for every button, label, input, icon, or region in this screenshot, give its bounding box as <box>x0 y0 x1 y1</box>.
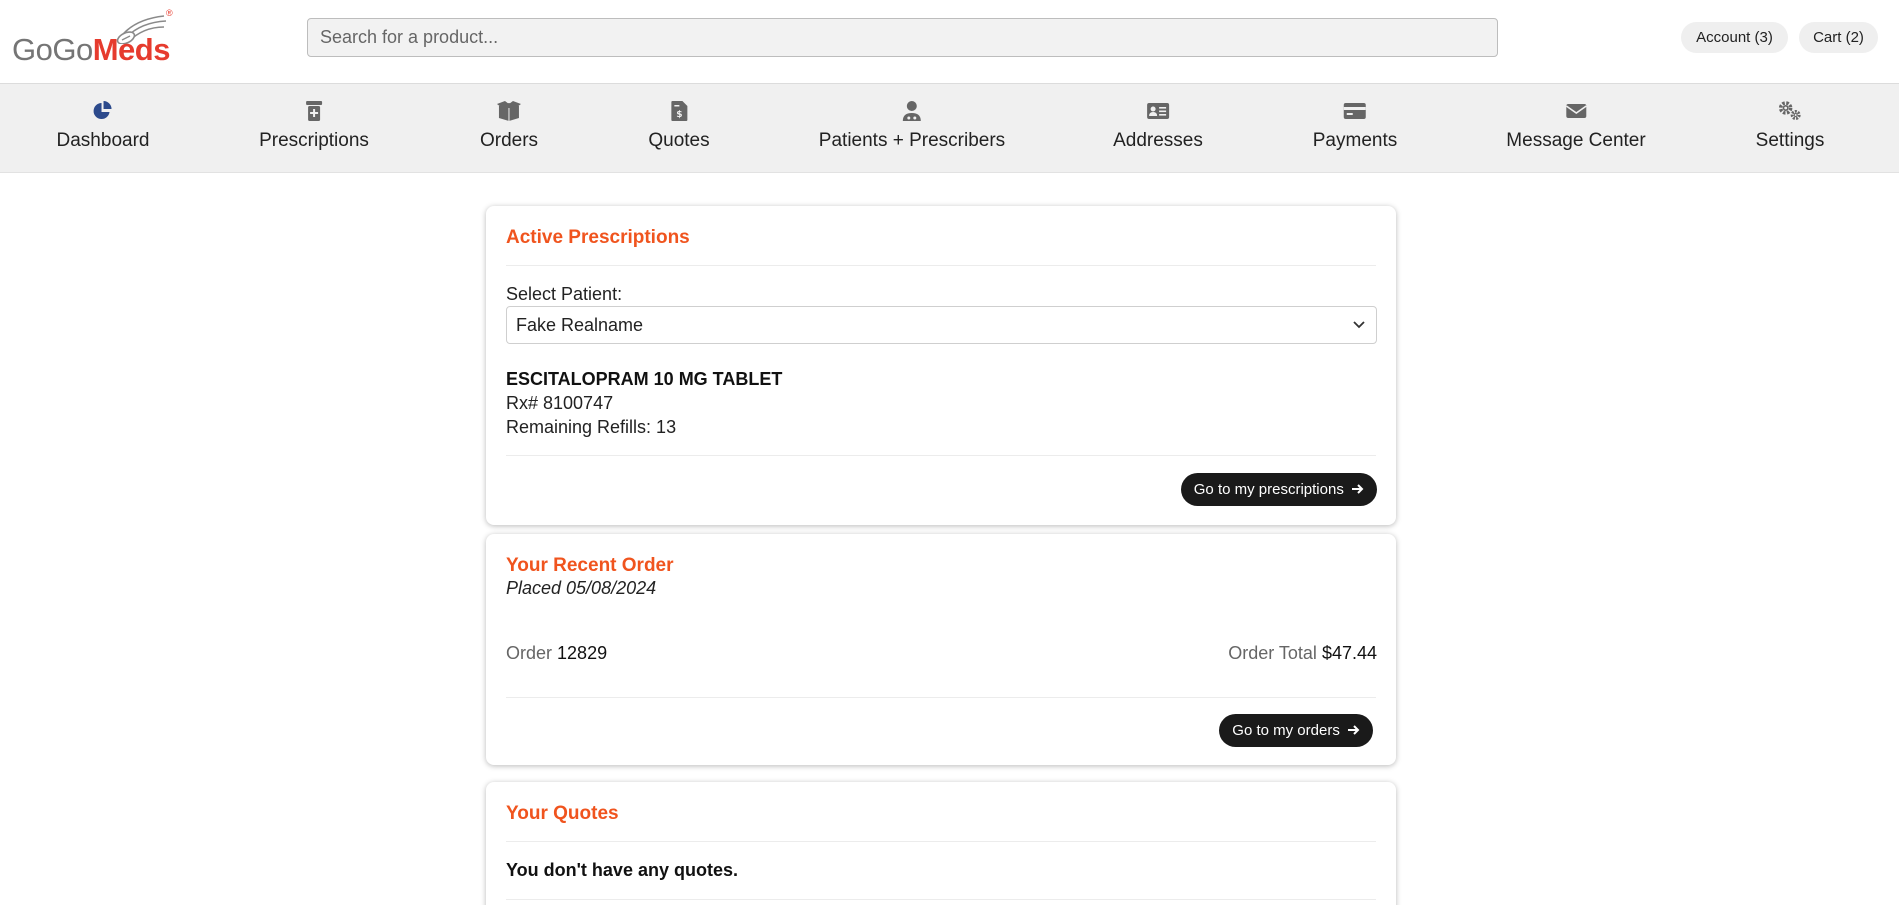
chevron-down-icon <box>1352 307 1366 355</box>
order-number: 12829 <box>557 643 608 663</box>
invoice-dollar-icon: $ <box>666 98 692 124</box>
nav-dashboard[interactable]: Dashboard <box>56 98 150 160</box>
rx-number: Rx# 8100747 <box>506 393 614 413</box>
nav-orders[interactable]: Orders <box>480 98 538 160</box>
go-to-prescriptions-button[interactable]: Go to my prescriptions <box>1180 473 1377 506</box>
prescription-bottle-icon <box>301 98 327 124</box>
nav-quotes-label: Quotes <box>648 130 710 151</box>
credit-card-icon <box>1342 98 1368 124</box>
gogomeds-logo[interactable]: ® GoGoMeds <box>12 8 177 70</box>
go-to-prescriptions-label: Go to my prescriptions <box>1193 481 1344 498</box>
order-number-row: Order 12829 <box>506 643 607 664</box>
order-placed-date: Placed 05/08/2024 <box>506 578 657 598</box>
pie-chart-icon <box>90 98 116 124</box>
nav-addresses-label: Addresses <box>1113 130 1203 151</box>
order-total-value: $47.44 <box>1321 643 1377 663</box>
arrow-right-icon <box>1348 725 1360 735</box>
account-button[interactable]: Account (3) <box>1681 22 1788 53</box>
divider <box>506 841 1376 842</box>
nav-prescriptions-label: Prescriptions <box>259 130 369 151</box>
order-total-row: Order Total $47.44 <box>1228 643 1377 664</box>
remaining-refills: Remaining Refills: 13 <box>506 417 677 437</box>
order-total-label: Order Total <box>1228 643 1317 663</box>
gears-icon <box>1777 98 1803 124</box>
go-to-orders-label: Go to my orders <box>1232 722 1340 739</box>
nav-message-center-label: Message Center <box>1506 130 1646 151</box>
active-prescriptions-card: Active Prescriptions Select Patient: Fak… <box>486 206 1396 525</box>
nav-addresses[interactable]: Addresses <box>1113 98 1203 160</box>
nav-quotes[interactable]: $ Quotes <box>648 98 710 160</box>
nav-payments-label: Payments <box>1312 130 1398 151</box>
nav-patients-prescribers[interactable]: Patients + Prescribers <box>819 98 1005 160</box>
go-to-orders-button[interactable]: Go to my orders <box>1219 714 1373 747</box>
nav-prescriptions[interactable]: Prescriptions <box>259 98 369 160</box>
order-label: Order <box>506 643 553 663</box>
svg-text:$: $ <box>676 110 682 120</box>
nav-orders-label: Orders <box>479 130 539 151</box>
divider <box>506 455 1376 456</box>
top-header: ® GoGoMeds Account (3) Cart (2) <box>0 0 1899 84</box>
active-prescriptions-title: Active Prescriptions <box>506 227 690 248</box>
envelope-icon <box>1563 98 1589 124</box>
recent-order-card: Your Recent Order Placed 05/08/2024 Orde… <box>486 534 1396 765</box>
drug-name: ESCITALOPRAM 10 MG TABLET <box>506 369 783 389</box>
quotes-title: Your Quotes <box>506 803 619 824</box>
selected-patient: Fake Realname <box>516 315 644 335</box>
divider <box>506 899 1376 900</box>
cart-button[interactable]: Cart (2) <box>1799 22 1878 53</box>
quotes-card: Your Quotes You don't have any quotes. <box>486 782 1396 905</box>
nav-dashboard-label: Dashboard <box>56 130 150 151</box>
divider <box>506 697 1376 698</box>
nav-payments[interactable]: Payments <box>1313 98 1397 160</box>
select-patient-label: Select Patient: <box>506 284 623 304</box>
recent-order-title: Your Recent Order <box>506 555 674 576</box>
registered-mark: ® <box>166 8 173 18</box>
no-quotes-message: You don't have any quotes. <box>506 860 738 880</box>
nav-message-center[interactable]: Message Center <box>1506 98 1646 160</box>
arrow-right-icon <box>1352 484 1364 494</box>
box-icon <box>496 98 522 124</box>
dashboard-nav: Dashboard Prescriptions Orders $ Quotes … <box>0 84 1899 173</box>
patient-select[interactable]: Fake Realname <box>506 306 1377 344</box>
divider <box>506 265 1376 266</box>
product-search-input[interactable] <box>307 18 1498 57</box>
address-card-icon <box>1145 98 1171 124</box>
nav-settings[interactable]: Settings <box>1755 98 1825 160</box>
nav-settings-label: Settings <box>1755 130 1825 151</box>
doctor-icon <box>899 98 925 124</box>
nav-patients-prescribers-label: Patients + Prescribers <box>818 130 1006 151</box>
logo-wordmark: GoGoMeds <box>12 32 170 67</box>
